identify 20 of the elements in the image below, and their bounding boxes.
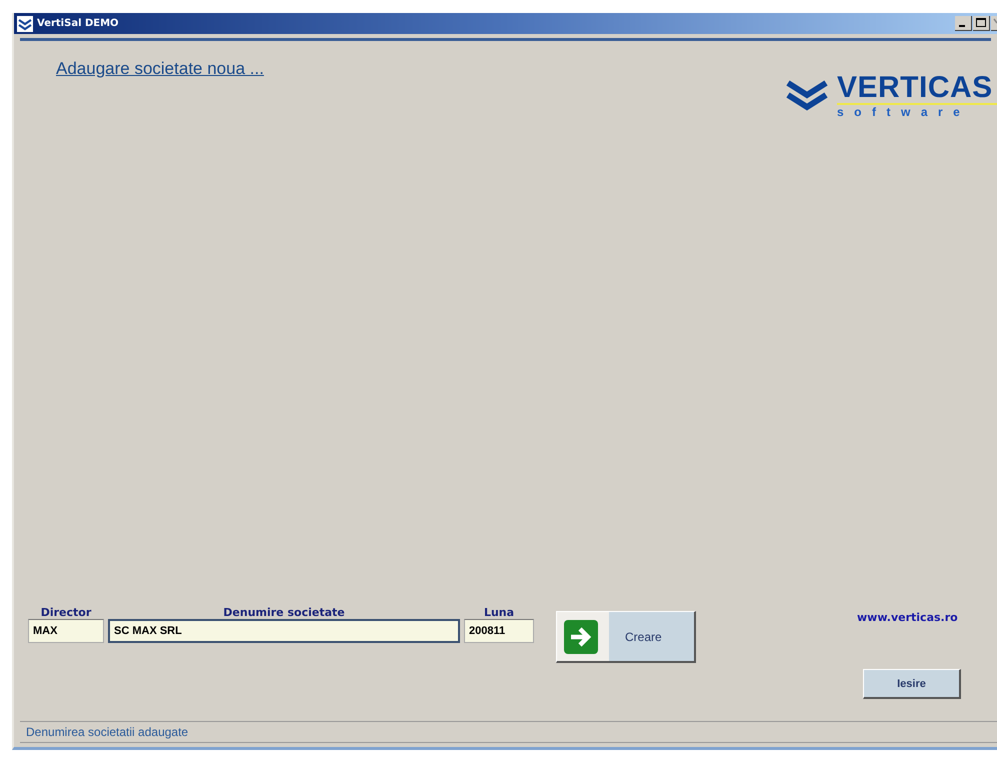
close-icon[interactable] xyxy=(991,16,997,31)
field-label: Denumire societate xyxy=(223,606,345,619)
input-field[interactable]: 200811 xyxy=(464,619,534,643)
window-title: VertiSal DEMO xyxy=(37,18,119,29)
field-label: Director xyxy=(40,606,92,619)
arrow-right-icon xyxy=(563,618,599,654)
logo-wordmark: VERTICAS xyxy=(837,73,997,105)
exit-button[interactable]: Iesire xyxy=(863,669,961,699)
status-bar: Denumirea societatii adaugate xyxy=(20,721,997,743)
minimize-icon[interactable] xyxy=(955,16,972,31)
page-heading: Adaugare societate noua ... xyxy=(56,59,264,80)
create-button[interactable]: Creare xyxy=(556,611,696,663)
field-label: Luna xyxy=(484,606,514,619)
chevron-icon xyxy=(785,79,829,113)
input-field[interactable]: SC MAX SRL xyxy=(108,619,460,643)
website-link[interactable]: www.verticas.ro xyxy=(857,611,958,624)
input-field[interactable]: MAX xyxy=(28,619,104,643)
maximize-icon[interactable] xyxy=(973,16,990,31)
logo-tagline: software xyxy=(837,105,972,120)
chevron-icon xyxy=(17,16,33,32)
